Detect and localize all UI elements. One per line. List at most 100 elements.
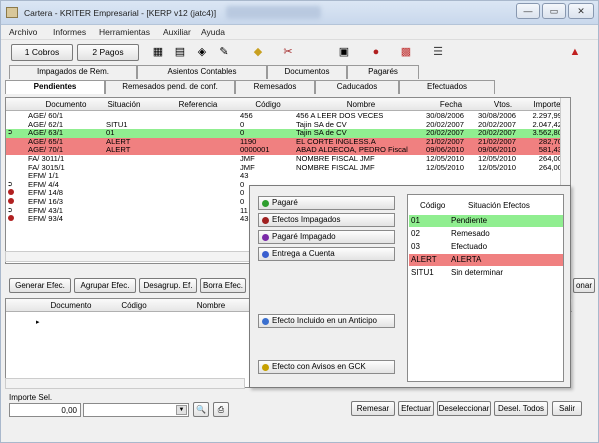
col-vtos[interactable]: Vtos. xyxy=(478,100,528,109)
apple-icon[interactable]: ● xyxy=(369,45,383,59)
desel-todos-button[interactable]: Desel. Todos xyxy=(494,401,548,416)
print-icon[interactable]: ⎙ xyxy=(213,402,229,417)
cell-imp: 2.297,99 xyxy=(532,112,562,120)
green-dot-icon xyxy=(262,200,269,207)
deseleccionar-button[interactable]: Deseleccionar xyxy=(437,401,491,416)
situacion-row[interactable]: SITU1 Sin determinar xyxy=(409,267,563,279)
menu-archivo[interactable]: Archivo xyxy=(9,27,37,37)
legend-pagare[interactable]: Pagaré xyxy=(258,196,395,210)
cell-cod: 43 xyxy=(240,172,249,181)
col-situacion[interactable]: Situación xyxy=(98,100,150,109)
efectuar-button[interactable]: Efectuar xyxy=(398,401,434,416)
eraser-icon[interactable]: ◆ xyxy=(251,45,265,59)
help-hat-icon[interactable]: ▲ xyxy=(568,45,582,59)
col-codigo[interactable]: Código xyxy=(242,100,294,109)
table-row[interactable]: ➲ AGE/ 63/1 01 0 Tajin SA de CV 20/02/2007 20/… xyxy=(6,129,570,138)
cell-doc: FA/ 3011/1 xyxy=(28,155,65,163)
lower-grid-horizontal-scrollbar[interactable] xyxy=(5,378,245,389)
cell-doc: AGE/ 62/1 xyxy=(28,120,64,129)
lower-col-nombre[interactable]: Nombre xyxy=(186,301,236,310)
col-importe[interactable]: Importe xyxy=(532,100,562,109)
situacion-code: 02 xyxy=(411,229,420,238)
legend-entrega-a-cuenta[interactable]: Entrega a Cuenta xyxy=(258,247,395,261)
legend-efectos-impagados[interactable]: Efectos Impagados xyxy=(258,213,395,227)
cell-doc: AGE/ 60/1 xyxy=(28,112,64,120)
situacion-desc: Remesado xyxy=(451,229,490,238)
remesar-button[interactable]: Remesar xyxy=(351,401,395,416)
salir-button[interactable]: Salir xyxy=(552,401,582,416)
red-dot-icon xyxy=(8,198,14,204)
minimize-button[interactable]: — xyxy=(516,3,540,19)
situacion-row[interactable]: 01 Pendiente xyxy=(409,215,563,227)
maximize-button[interactable]: ▭ xyxy=(542,3,566,19)
table-row[interactable]: AGE/ 65/1 ALERT 1190 EL CORTE INGLESS.A 21/0… xyxy=(6,137,570,147)
blue-dot-icon xyxy=(262,251,269,258)
table-row[interactable]: FA/ 3011/1 JMF NOMBRE FISCAL JMF 12/05/2010… xyxy=(6,155,570,164)
importe-sel-field[interactable] xyxy=(9,403,81,417)
col-nombre[interactable]: Nombre xyxy=(296,100,426,109)
legend-pagare-impagado[interactable]: Pagaré Impagado xyxy=(258,230,395,244)
menu-auxiliar[interactable]: Auxiliar xyxy=(163,27,191,37)
col-referencia[interactable]: Referencia xyxy=(154,100,242,109)
lower-col-codigo[interactable]: Código xyxy=(114,301,154,310)
tools-icon[interactable]: ✂ xyxy=(281,45,295,59)
menu-ayuda[interactable]: Ayuda xyxy=(201,27,225,37)
cell-sit: 01 xyxy=(106,129,115,138)
tab-pendientes[interactable]: Pendientes xyxy=(5,80,105,94)
close-button[interactable]: ✕ xyxy=(568,3,594,19)
lower-col-documento[interactable]: Documento xyxy=(46,301,96,310)
arrow-marker-icon: ➲ xyxy=(7,129,13,137)
calendar-icon[interactable]: ▤ xyxy=(173,45,187,59)
cell-imp: 282,70 xyxy=(538,137,562,146)
table-row[interactable]: FA/ 3015/1 JMF NOMBRE FISCAL JMF 12/05/2010… xyxy=(6,163,570,173)
col-fecha[interactable]: Fecha xyxy=(426,100,476,109)
cell-doc: EFM/ 4/4 xyxy=(28,180,59,189)
tab-asientos-contables[interactable]: Asientos Contables xyxy=(137,65,267,79)
table-row[interactable]: EFM/ 1/1 43 xyxy=(6,172,570,181)
red-dot-icon xyxy=(8,189,14,196)
table-row[interactable]: AGE/ 62/1 SITU1 0 Tajin SA de CV 20/02/2007 2… xyxy=(6,120,570,130)
desagrup-ef-button[interactable]: Desagrup. Ef. xyxy=(139,278,197,293)
table-row[interactable]: AGE/ 70/1 ALERT 0000001 ABAD ALDECOA, PEDRO… xyxy=(6,146,570,155)
tab-impagados-rem[interactable]: Impagados de Rem. xyxy=(9,65,137,79)
menu-informes[interactable]: Informes xyxy=(53,27,86,37)
grid-view-icon[interactable]: ▦ xyxy=(151,45,165,59)
bucket-icon[interactable]: ◈ xyxy=(195,45,209,59)
cell-fecha: 12/05/2010 xyxy=(426,155,465,163)
edit-icon[interactable]: ✎ xyxy=(217,45,231,59)
cell-doc: EFM/ 14/8 xyxy=(28,189,64,198)
calculator-icon[interactable]: ▣ xyxy=(337,45,351,59)
tab-documentos[interactable]: Documentos xyxy=(267,65,347,79)
tab-remesados-pend-conf[interactable]: Remesados pend. de conf. xyxy=(105,80,235,94)
chevron-down-icon[interactable]: ▼ xyxy=(176,405,187,415)
menu-herramientas[interactable]: Herramientas xyxy=(99,27,150,37)
printer-icon[interactable]: ▩ xyxy=(399,45,413,59)
cell-nom: EL CORTE INGLESS.A xyxy=(296,137,376,146)
table-row[interactable]: AGE/ 60/1 456 456 A LEER DOS VECES 30/08/20… xyxy=(6,112,570,121)
cobros-button[interactable]: 1 Cobros xyxy=(11,44,73,61)
cell-vto: 12/05/2010 xyxy=(478,163,517,172)
pagos-button[interactable]: 2 Pagos xyxy=(77,44,139,61)
agrupar-efec-button[interactable]: Agrupar Efec. xyxy=(74,278,136,293)
tab-caducados[interactable]: Caducados xyxy=(315,80,399,94)
situacion-row[interactable]: 03 Efectuado xyxy=(409,241,563,253)
menu-bar: Archivo Informes Herramientas Auxiliar A… xyxy=(1,25,598,40)
preview-icon[interactable]: 🔍 xyxy=(193,402,209,417)
legend-efecto-avisos-gck[interactable]: Efecto con Avisos en GCK xyxy=(258,360,395,374)
situacion-row[interactable]: ALERT ALERTA xyxy=(409,254,563,266)
generar-efec-button[interactable]: Generar Efec. xyxy=(9,278,71,293)
situacion-code: SITU1 xyxy=(411,268,434,277)
cell-sit: ALERT xyxy=(106,146,131,155)
borra-efec-button[interactable]: Borra Efec. xyxy=(200,278,246,293)
situacion-row[interactable]: 02 Remesado xyxy=(409,228,563,240)
col-documento[interactable]: Documento xyxy=(36,100,96,109)
tab-pagares[interactable]: Pagarés xyxy=(347,65,419,79)
tab-efectuados[interactable]: Efectuados xyxy=(399,80,495,94)
tab-remesados[interactable]: Remesados xyxy=(235,80,315,94)
blue-dot-icon xyxy=(262,318,269,325)
seleccionar-button[interactable]: onar xyxy=(573,278,595,293)
selection-dropdown[interactable]: ▼ xyxy=(83,403,189,417)
blurred-title-region xyxy=(226,6,321,19)
checklist-icon[interactable]: ☰ xyxy=(431,45,445,59)
legend-efecto-anticipo[interactable]: Efecto Incluido en un Anticipo xyxy=(258,314,395,328)
